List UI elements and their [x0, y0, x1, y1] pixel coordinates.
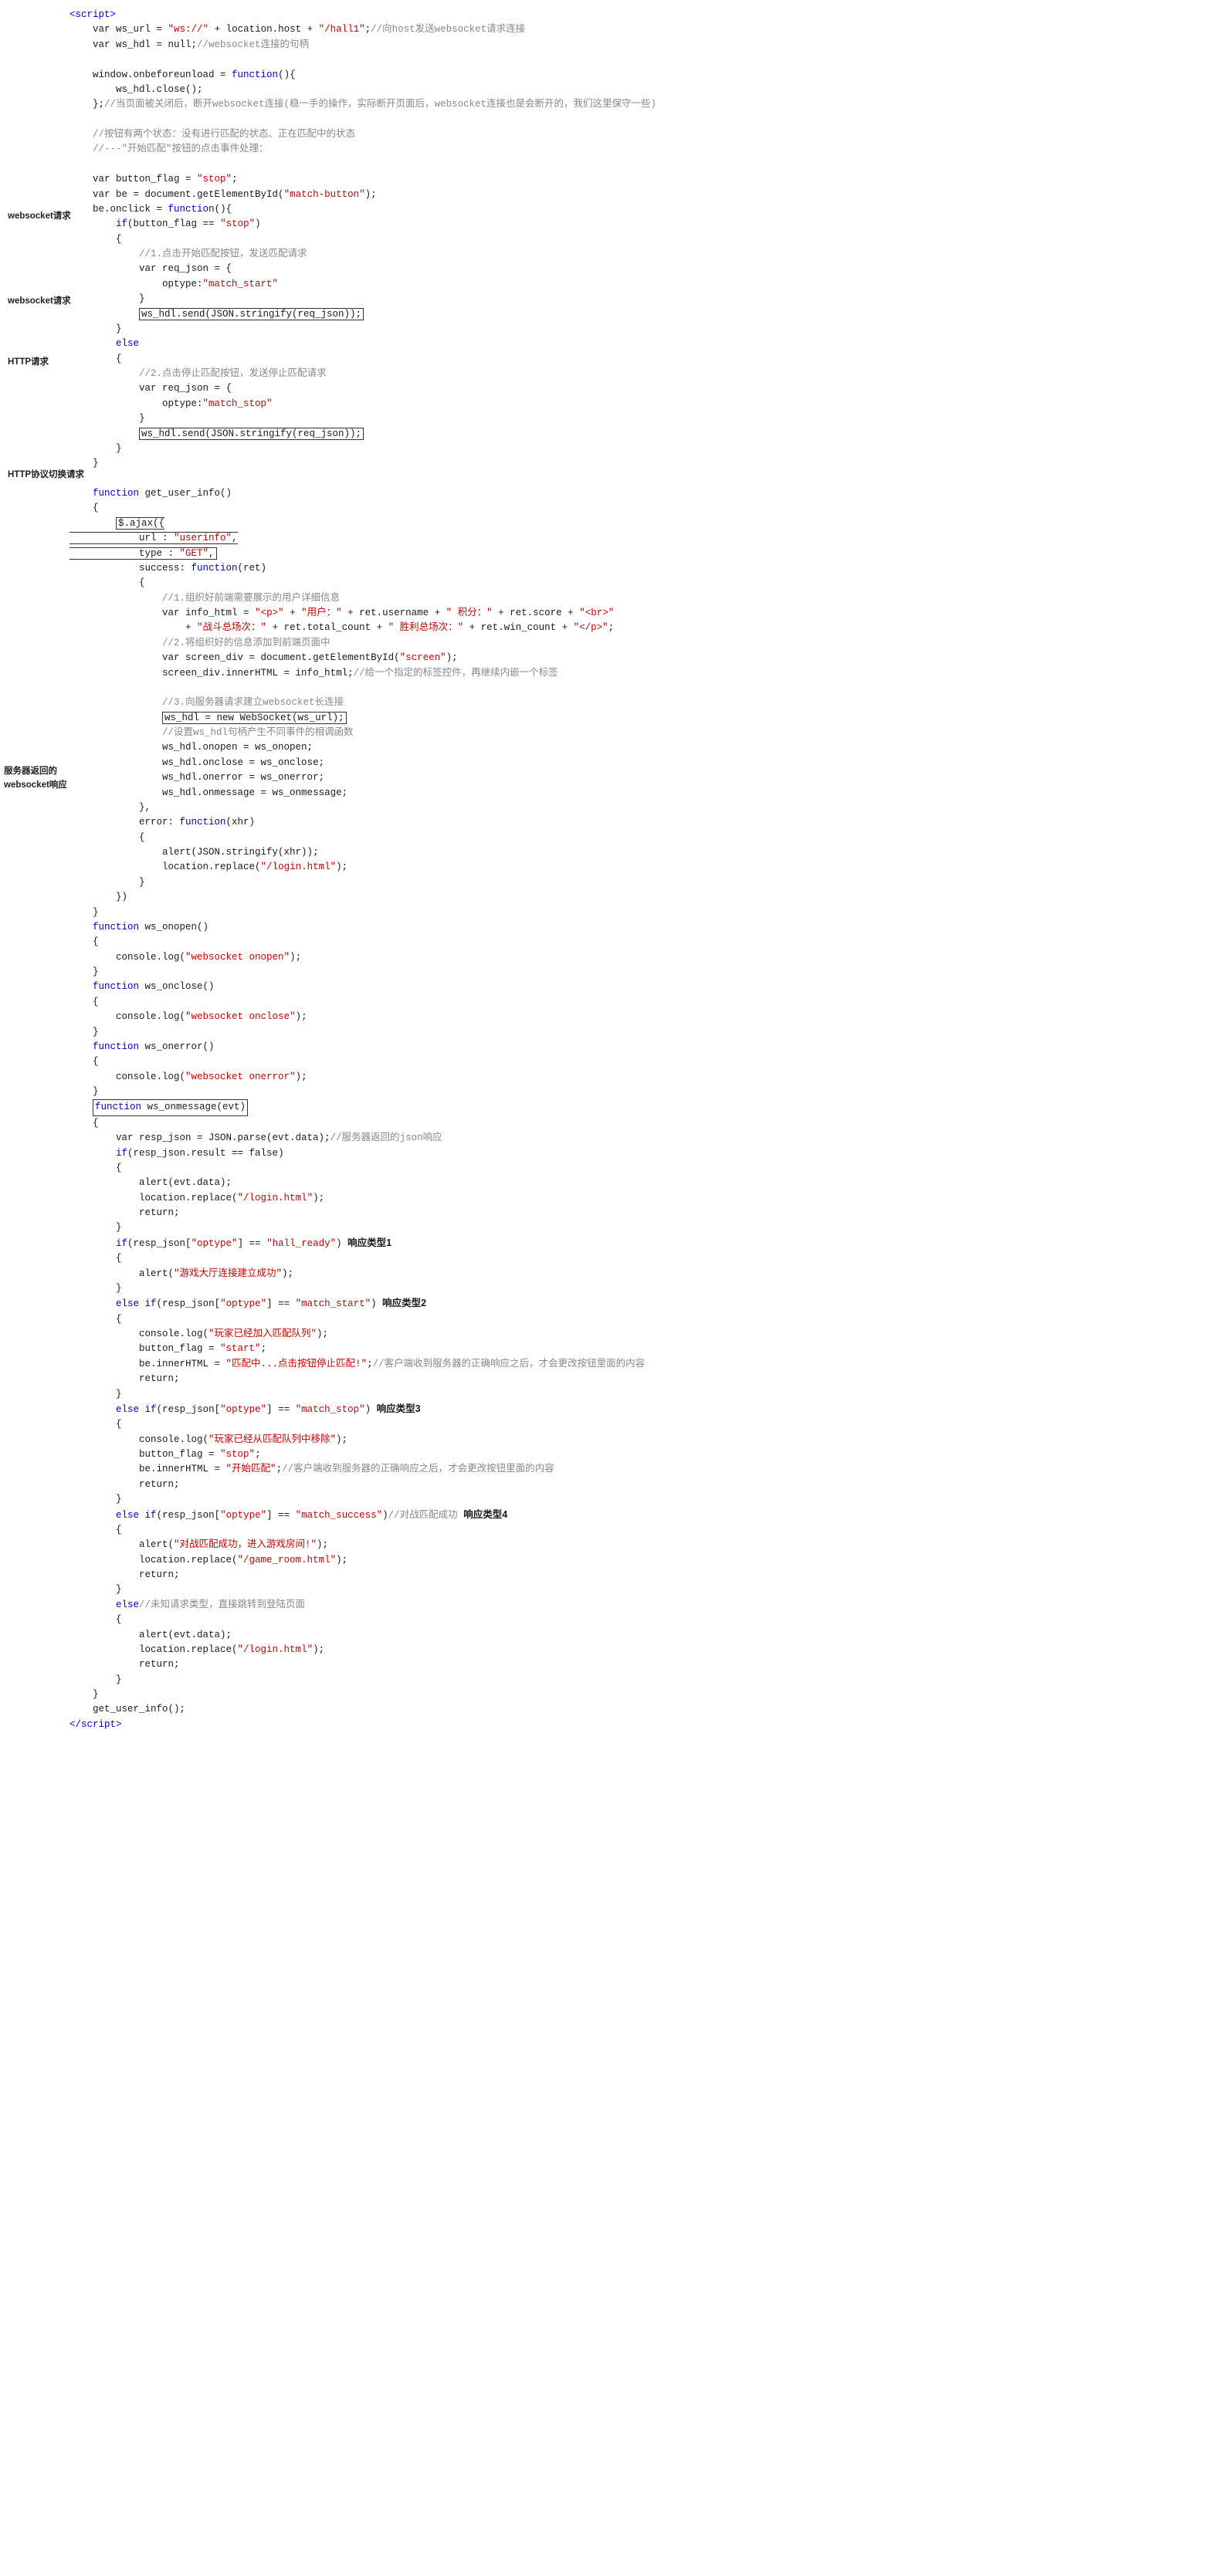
- annotation-websocket-response: 服务器返回的websocket响应: [4, 764, 67, 793]
- annotation-http-protocol: HTTP协议切换请求: [8, 468, 84, 480]
- code-area: websocket请求 websocket请求 HTTP请求 HTTP协议切换请…: [8, 8, 1202, 1732]
- annotation-websocket-1: websocket请求: [8, 209, 71, 222]
- code-container: websocket请求 websocket请求 HTTP请求 HTTP协议切换请…: [0, 8, 1210, 1740]
- annotation-websocket-2: websocket请求: [8, 294, 71, 306]
- annotation-http-1: HTTP请求: [8, 355, 49, 367]
- code-content: <script> var ws_url = "ws://" + location…: [69, 8, 1202, 1732]
